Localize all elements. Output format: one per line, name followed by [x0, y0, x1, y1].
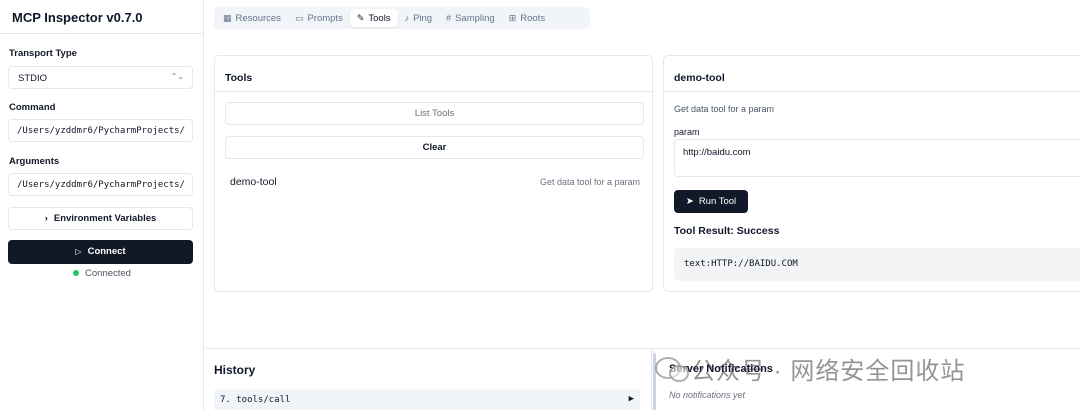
- connect-button[interactable]: ▷ Connect: [8, 240, 193, 264]
- bell-icon: ♪: [404, 13, 410, 23]
- tool-result-output: text:HTTP://BAIDU.COM: [674, 248, 1080, 281]
- history-item[interactable]: 7. tools/call ▶: [214, 389, 640, 410]
- tools-panel: Tools List Tools Clear demo-tool Get dat…: [214, 55, 653, 292]
- list-tools-button[interactable]: List Tools: [225, 102, 644, 125]
- send-icon: ➤: [685, 196, 694, 207]
- app-title: MCP Inspector v0.7.0: [12, 10, 143, 25]
- history-title: History: [214, 363, 256, 377]
- prompts-icon: ▭: [294, 12, 304, 23]
- watermark-text: 公众号 · 网络安全回收站: [691, 357, 966, 385]
- tool-result-title: Tool Result: Success: [674, 225, 780, 237]
- tab-label: Sampling: [455, 12, 495, 24]
- tab-roots[interactable]: ⊞ Roots: [502, 9, 552, 27]
- connect-label: Connect: [87, 246, 126, 257]
- environment-variables-button[interactable]: › Environment Variables: [8, 207, 193, 230]
- connection-status: Connected: [0, 268, 204, 279]
- watermark: 公众号 · 网络安全回收站: [655, 348, 1080, 388]
- status-dot-icon: [73, 270, 80, 277]
- sidebar: MCP Inspector v0.7.0 Transport Type STDI…: [0, 0, 204, 410]
- tab-resources[interactable]: ▦ Resources: [216, 9, 288, 27]
- tool-detail-panel: demo-tool Get data tool for a param para…: [663, 55, 1080, 292]
- tab-bar: ▦ Resources ▭ Prompts ✎ Tools ♪ Ping # Sampli…: [214, 7, 590, 29]
- tools-panel-header: Tools: [215, 56, 652, 92]
- tab-ping[interactable]: ♪ Ping: [398, 9, 440, 27]
- expand-triangle-icon[interactable]: ▶: [629, 394, 634, 404]
- transport-type-label: Transport Type: [9, 48, 77, 59]
- run-tool-button[interactable]: ➤ Run Tool: [674, 190, 748, 213]
- tab-tools[interactable]: ✎ Tools: [349, 9, 398, 27]
- tab-label: Resources: [235, 12, 281, 24]
- tools-panel-title: Tools: [225, 72, 253, 84]
- notifications-empty-text: No notifications yet: [669, 390, 746, 400]
- command-input[interactable]: /Users/yzddmr6/PycharmProjects/: [8, 119, 193, 142]
- transport-type-value: STDIO: [18, 73, 48, 84]
- history-item-label: 7. tools/call: [220, 395, 291, 405]
- tool-description: Get data tool for a param: [539, 177, 640, 187]
- tool-list-item[interactable]: demo-tool Get data tool for a param: [230, 176, 640, 188]
- param-label: param: [674, 127, 700, 137]
- tool-name: demo-tool: [230, 176, 277, 188]
- tab-sampling[interactable]: # Sampling: [439, 9, 502, 27]
- chevron-right-icon: ›: [44, 213, 48, 224]
- environment-variables-label: Environment Variables: [53, 213, 157, 224]
- connection-status-text: Connected: [85, 268, 131, 279]
- wechat-logo-icon: [655, 357, 689, 382]
- folder-tree-icon: ⊞: [508, 12, 517, 23]
- run-tool-label: Run Tool: [698, 196, 737, 207]
- chevron-updown-icon: ⌃⌄: [170, 72, 184, 81]
- resources-icon: ▦: [223, 12, 232, 23]
- transport-type-select[interactable]: STDIO ⌃⌄: [8, 66, 193, 89]
- tab-label: Prompts: [307, 12, 343, 24]
- clear-button[interactable]: Clear: [225, 136, 644, 159]
- sidebar-header: MCP Inspector v0.7.0: [0, 0, 203, 34]
- play-icon: ▷: [75, 247, 82, 256]
- arguments-label: Arguments: [9, 156, 60, 167]
- tab-label: Tools: [368, 12, 391, 24]
- tool-detail-description: Get data tool for a param: [674, 104, 775, 114]
- arguments-input[interactable]: /Users/yzddmr6/PycharmProjects/: [8, 173, 193, 196]
- app-window: MCP Inspector v0.7.0 Transport Type STDI…: [0, 0, 1080, 410]
- tool-detail-header: demo-tool: [664, 56, 1080, 92]
- tool-detail-title: demo-tool: [674, 72, 725, 84]
- tab-label: Ping: [413, 12, 433, 24]
- tab-prompts[interactable]: ▭ Prompts: [288, 9, 350, 27]
- command-label: Command: [9, 102, 56, 113]
- param-input[interactable]: http://baidu.com: [674, 139, 1080, 177]
- hash-icon: #: [446, 13, 452, 23]
- tab-label: Roots: [520, 12, 546, 24]
- tools-icon: ✎: [356, 12, 365, 23]
